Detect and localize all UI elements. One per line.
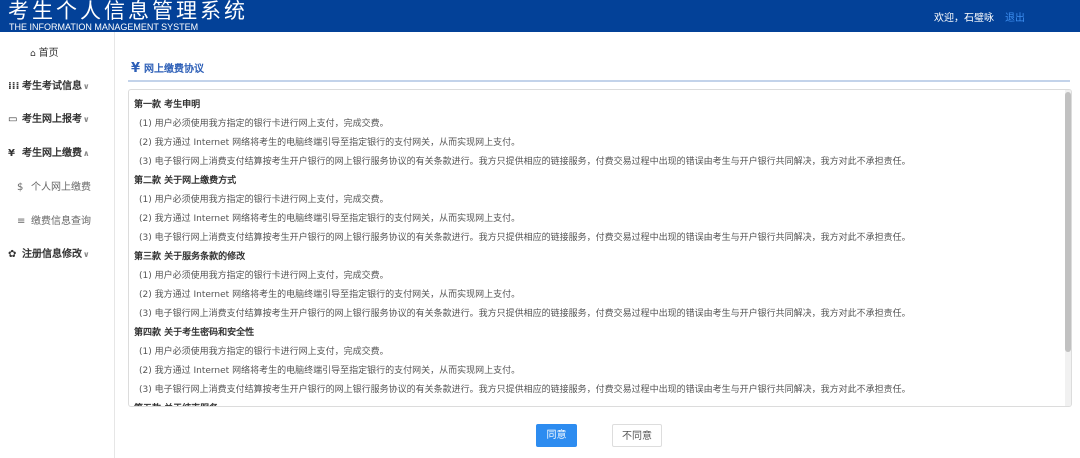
agreement-box: 第一款 考生申明 (1) 用户必须使用我方指定的银行卡进行网上支付，完成交费。 (2… bbox=[128, 89, 1072, 407]
sidebar-subitem-payment-query[interactable]: ≡ 缴费信息查询 bbox=[17, 212, 91, 227]
agreement-text: 第一款 考生申明 (1) 用户必须使用我方指定的银行卡进行网上支付，完成交费。 (2… bbox=[134, 96, 1059, 406]
sidebar-item-home[interactable]: ⌂ 首页 bbox=[30, 44, 59, 59]
monitor-icon: ▭ bbox=[8, 114, 18, 125]
yen-icon: ¥ bbox=[131, 61, 141, 76]
clause-heading: 第二款 关于网上缴费方式 bbox=[134, 176, 237, 186]
clause-line: (2) 我方通过 Internet 网络将考生的电脑终端引导至指定银行的支付网关… bbox=[139, 214, 521, 224]
sidebar-item-label: 缴费信息查询 bbox=[31, 216, 91, 227]
clause-line: (3) 电子银行网上消费支付结算按考生开户银行的网上银行服务协议的有关条款进行。… bbox=[139, 233, 911, 243]
sidebar-item-edit-registration[interactable]: ✿ 注册信息修改∨ bbox=[8, 245, 90, 260]
sidebar-item-label: 考生网上报考 bbox=[22, 114, 82, 125]
sidebar-item-label: 个人网上缴费 bbox=[31, 182, 91, 193]
app-subtitle: THE INFORMATION MANAGEMENT SYSTEM bbox=[9, 22, 199, 32]
clause-line: (2) 我方通过 Internet 网络将考生的电脑终端引导至指定银行的支付网关… bbox=[139, 290, 521, 300]
sidebar-item-label: 考生网上缴费 bbox=[22, 148, 82, 159]
logout-link[interactable]: 退出 bbox=[1005, 9, 1025, 24]
clause-line: (2) 我方通过 Internet 网络将考生的电脑终端引导至指定银行的支付网关… bbox=[139, 138, 521, 148]
welcome-text: 欢迎，石璧咏 bbox=[934, 13, 994, 24]
clause-line: (1) 用户必须使用我方指定的银行卡进行网上支付，完成交费。 bbox=[139, 347, 389, 357]
scrollbar-thumb[interactable] bbox=[1065, 92, 1071, 352]
chevron-down-icon: ∨ bbox=[83, 82, 90, 91]
page-title: ¥ 网上缴费协议 bbox=[131, 60, 204, 76]
grid-icon: ⁞⁞⁞ bbox=[8, 81, 20, 92]
sidebar-item-payment[interactable]: ¥ 考生网上缴费∧ bbox=[8, 144, 90, 159]
list-icon: ≡ bbox=[17, 216, 26, 227]
clause-heading: 第三款 关于服务条款的修改 bbox=[134, 252, 246, 262]
home-icon: ⌂ bbox=[30, 49, 39, 59]
clause-line: (1) 用户必须使用我方指定的银行卡进行网上支付，完成交费。 bbox=[139, 195, 389, 205]
sidebar: ⌂ 首页 ⁞⁞⁞ 考生考试信息∨ ▭ 考生网上报考∨ ¥ 考生网上缴费∧ $ 个人网上缴… bbox=[0, 32, 115, 458]
yen-icon: ¥ bbox=[8, 148, 15, 159]
agree-button[interactable]: 同意 bbox=[536, 424, 577, 447]
chevron-up-icon: ∧ bbox=[83, 149, 90, 158]
scrollbar[interactable] bbox=[1065, 90, 1071, 406]
title-divider bbox=[128, 80, 1070, 82]
clause-heading: 第四款 关于考生密码和安全性 bbox=[134, 328, 255, 338]
sidebar-item-label: 注册信息修改 bbox=[22, 249, 82, 260]
clause-line: (2) 我方通过 Internet 网络将考生的电脑终端引导至指定银行的支付网关… bbox=[139, 366, 521, 376]
clause-line: (3) 电子银行网上消费支付结算按考生开户银行的网上银行服务协议的有关条款进行。… bbox=[139, 309, 911, 319]
page-title-text: 网上缴费协议 bbox=[144, 64, 205, 75]
clause-heading: 第一款 考生申明 bbox=[134, 100, 201, 110]
app-title: 考生个人信息管理系统 bbox=[8, 0, 248, 23]
clause-line: (1) 用户必须使用我方指定的银行卡进行网上支付，完成交费。 bbox=[139, 119, 389, 129]
clause-line: (1) 用户必须使用我方指定的银行卡进行网上支付，完成交费。 bbox=[139, 271, 389, 281]
gear-icon: ✿ bbox=[8, 249, 17, 260]
dollar-icon: $ bbox=[17, 182, 24, 193]
sidebar-subitem-personal-payment[interactable]: $ 个人网上缴费 bbox=[17, 178, 91, 193]
sidebar-item-label: 首页 bbox=[38, 48, 59, 59]
clause-heading: 第五款 关于结束服务 bbox=[134, 400, 1059, 406]
sidebar-item-exam-info[interactable]: ⁞⁞⁞ 考生考试信息∨ bbox=[8, 77, 90, 92]
sidebar-item-label: 考生考试信息 bbox=[22, 81, 82, 92]
chevron-down-icon: ∨ bbox=[83, 250, 90, 259]
sidebar-item-registration[interactable]: ▭ 考生网上报考∨ bbox=[8, 110, 90, 125]
header: 考生个人信息管理系统 THE INFORMATION MANAGEMENT SY… bbox=[0, 0, 1080, 32]
disagree-button[interactable]: 不同意 bbox=[612, 424, 662, 447]
chevron-down-icon: ∨ bbox=[83, 115, 90, 124]
clause-line: (3) 电子银行网上消费支付结算按考生开户银行的网上银行服务协议的有关条款进行。… bbox=[139, 157, 911, 167]
clause-line: (3) 电子银行网上消费支付结算按考生开户银行的网上银行服务协议的有关条款进行。… bbox=[139, 385, 911, 395]
